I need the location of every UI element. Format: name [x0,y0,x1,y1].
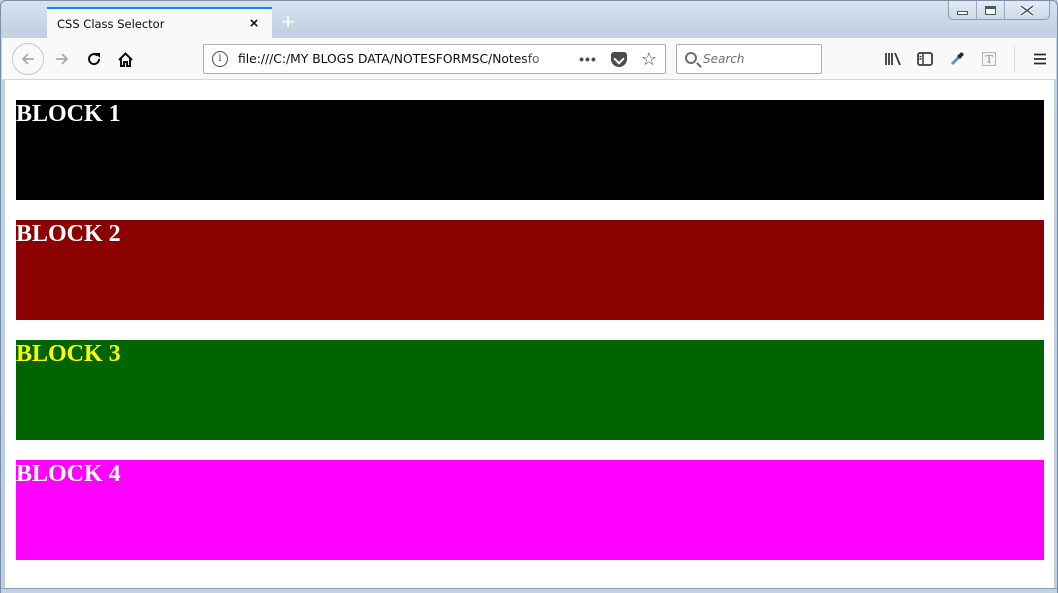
block-1-heading: BLOCK 1 [16,101,121,127]
browser-window: CSS Class Selector × + i file:///C:/MY B… [0,0,1058,593]
page-actions-icon[interactable]: ••• [579,51,597,67]
block-3-heading: BLOCK 3 [16,341,121,367]
window-controls [948,1,1050,20]
bookmark-star-icon[interactable]: ☆ [641,50,657,68]
back-button[interactable] [12,43,44,75]
minimize-button[interactable] [949,1,977,19]
home-button[interactable] [110,44,140,74]
reader-button[interactable]: T [978,48,1000,70]
forward-arrow-icon [56,53,69,65]
search-input[interactable]: Search [676,44,822,74]
tab-strip: CSS Class Selector × + [1,1,1057,38]
search-placeholder: Search [703,52,745,66]
close-window-icon [1020,4,1034,16]
pocket-icon[interactable] [610,51,627,67]
url-text[interactable]: file:///C:/MY BLOGS DATA/NOTESFORMSC/Not… [238,52,569,66]
sidebar-button[interactable] [914,48,936,70]
search-icon [685,51,697,64]
library-button[interactable] [882,48,904,70]
window-bottom-frame [1,588,1057,593]
hamburger-menu-icon [1034,53,1046,65]
library-icon [885,52,901,66]
block-4: BLOCK 4 [16,460,1044,560]
new-tab-button[interactable]: + [277,9,299,35]
toolbar-separator [1014,45,1015,73]
sidebar-icon [917,52,933,66]
eyedropper-icon [950,52,964,66]
toolbar-icons: T [882,44,1051,74]
block-2: BLOCK 2 [16,220,1044,320]
block-1: BLOCK 1 [16,100,1044,200]
page-content: BLOCK 1 BLOCK 2 BLOCK 3 BLOCK 4 [5,80,1054,588]
url-bar[interactable]: i file:///C:/MY BLOGS DATA/NOTESFORMSC/N… [203,44,666,74]
tab-title: CSS Class Selector [57,16,165,31]
forward-button[interactable] [47,44,77,74]
close-window-button[interactable] [1005,1,1049,19]
back-arrow-icon [21,53,34,65]
block-3: BLOCK 3 [16,340,1044,440]
block-2-heading: BLOCK 2 [16,221,121,247]
tab-active[interactable]: CSS Class Selector × [47,7,272,38]
block-4-heading: BLOCK 4 [16,461,121,487]
navigation-toolbar: i file:///C:/MY BLOGS DATA/NOTESFORMSC/N… [2,38,1056,80]
menu-button[interactable] [1029,48,1051,70]
minimize-icon [957,10,968,15]
maximize-button[interactable] [977,1,1005,19]
eyedropper-button[interactable] [946,48,968,70]
maximize-icon [985,5,996,15]
svg-text:T: T [985,53,993,66]
reload-icon [88,53,101,66]
reader-mode-icon: T [982,52,996,66]
home-icon [117,51,133,67]
site-info-icon[interactable]: i [212,51,228,67]
reload-button[interactable] [79,44,109,74]
close-tab-icon[interactable]: × [246,15,262,32]
